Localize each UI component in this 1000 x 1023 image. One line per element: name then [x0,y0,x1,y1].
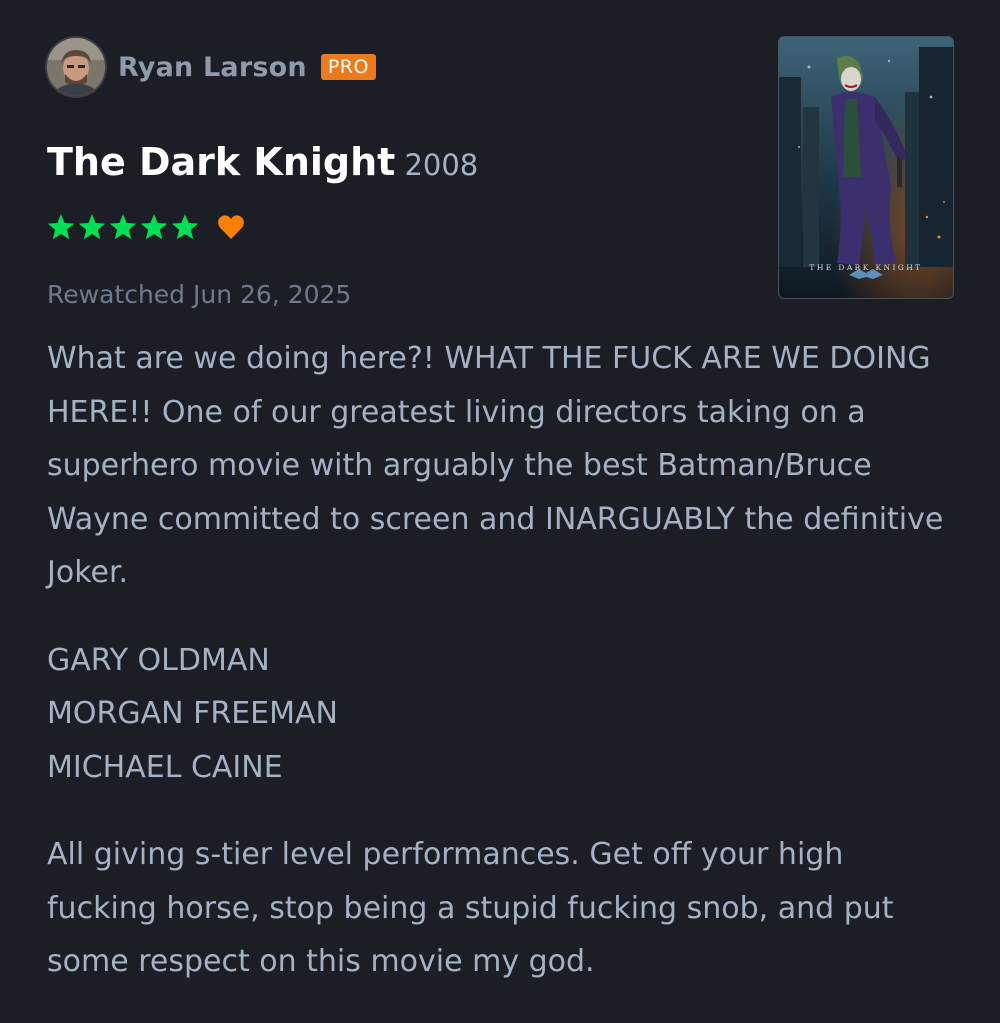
film-poster[interactable]: THE DARK KNIGHT [779,37,953,298]
review-author[interactable]: Ryan Larson PRO [47,38,376,96]
poster-image [779,37,953,298]
review-paragraph: GARY OLDMAN MORGAN FREEMAN MICHAEL CAINE [47,642,338,785]
pro-badge: PRO [320,54,376,80]
film-year[interactable]: 2008 [404,148,478,182]
watched-date: Rewatched Jun 26, 2025 [47,280,352,309]
star-icon [47,214,75,240]
avatar-photo-icon [47,38,105,96]
star-icon [109,214,137,240]
review-paragraph: What are we doing here?! WHAT THE FUCK A… [47,341,944,590]
star-icon [140,214,168,240]
avatar[interactable] [47,38,105,96]
film-heading: The Dark Knight 2008 [47,140,478,184]
rating-row [46,212,245,242]
star-icon [171,214,199,240]
poster-caption: THE DARK KNIGHT [809,263,923,272]
author-name[interactable]: Ryan Larson [118,52,307,83]
review-paragraph: All giving s-tier level performances. Ge… [47,837,894,979]
film-title[interactable]: The Dark Knight [47,140,395,184]
star-rating [46,212,201,242]
star-icon [78,214,106,240]
review-text: What are we doing here?! WHAT THE FUCK A… [47,332,947,1023]
liked-heart-icon [218,215,244,239]
